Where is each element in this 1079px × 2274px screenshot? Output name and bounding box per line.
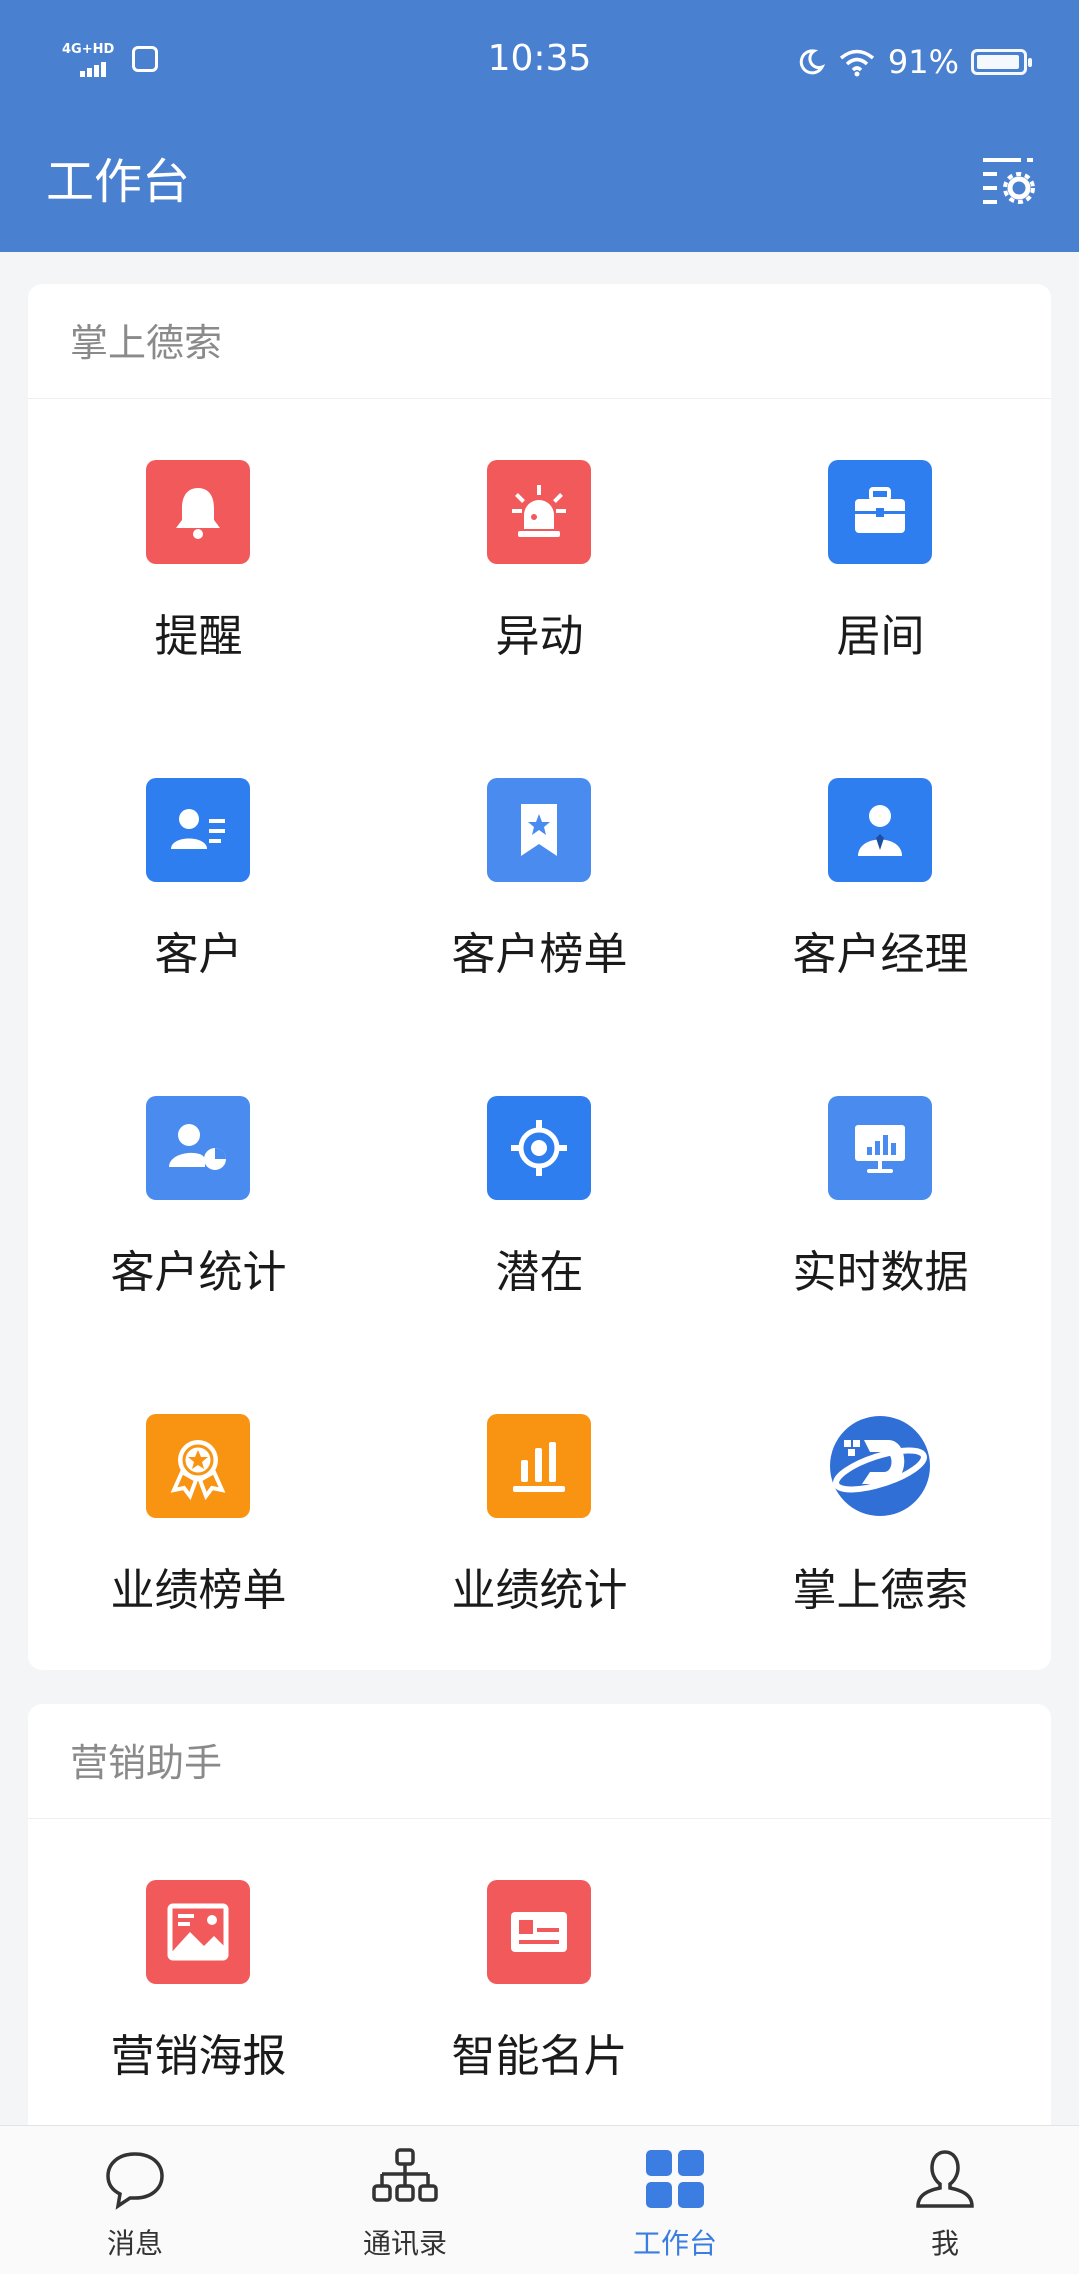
grid-item-account-manager[interactable]: 客户经理	[710, 718, 1051, 1036]
presentation-chart-icon	[828, 1096, 932, 1200]
page-title: 工作台	[46, 154, 191, 210]
grid-item-label: 提醒	[154, 611, 243, 662]
grid-item-marketing-poster[interactable]: 营销海报	[28, 1820, 369, 2138]
grid-item-label: 居间	[836, 611, 925, 662]
section-title: 营销助手	[70, 1741, 223, 1785]
chat-bubble-icon	[106, 2152, 164, 2210]
tab-label: 通讯录	[362, 2227, 447, 2260]
grid-item-customer-ranking[interactable]: 客户榜单	[369, 718, 710, 1036]
poster-image-icon	[146, 1880, 250, 1984]
grid-item-customer-stats[interactable]: 客户统计	[28, 1036, 369, 1354]
grid-item-intermediary[interactable]: 居间	[710, 400, 1051, 718]
grid-item-label: 掌上德索	[792, 1565, 969, 1616]
grid-item-zhangshang-desuo[interactable]: 掌上德索	[710, 1354, 1051, 1672]
grid-item-smart-card[interactable]: 智能名片	[369, 1820, 710, 2138]
tab-workbench[interactable]: 工作台	[540, 2126, 810, 2274]
org-chart-icon	[372, 2148, 438, 2202]
grid-item-label: 潜在	[495, 1247, 584, 1298]
section-card-zhangshang: 掌上德索 提醒 异动 居间 客户 客户榜单 客户经理 客户统计 潜在 实时数据 …	[28, 284, 1051, 1670]
grid-item-customer[interactable]: 客户	[28, 718, 369, 1036]
divider	[28, 398, 1051, 399]
section-title: 掌上德索	[70, 321, 223, 365]
grid-item-label: 营销海报	[110, 2031, 287, 2082]
status-bar: 4G+HD 10:35 91%	[0, 38, 1079, 90]
grid-item-label: 客户统计	[110, 1247, 287, 1298]
grid-item-label: 智能名片	[451, 2031, 628, 2082]
tab-label: 消息	[106, 2227, 163, 2260]
alarm-light-icon	[487, 460, 591, 564]
person-icon	[916, 2150, 974, 2208]
grid-icon	[646, 2150, 704, 2208]
tab-label: 我	[930, 2227, 959, 2260]
grid-item-reminder[interactable]: 提醒	[28, 400, 369, 718]
bottom-tab-bar: 消息 通讯录 工作台 我	[0, 2125, 1079, 2274]
grid-item-change[interactable]: 异动	[369, 400, 710, 718]
target-icon	[487, 1096, 591, 1200]
business-card-icon	[487, 1880, 591, 1984]
grid-item-performance-ranking[interactable]: 业绩榜单	[28, 1354, 369, 1672]
desuo-logo-icon	[828, 1414, 932, 1518]
briefcase-icon	[828, 460, 932, 564]
tab-messages[interactable]: 消息	[0, 2126, 270, 2274]
section-card-marketing: 营销助手 营销海报 智能名片	[28, 1704, 1051, 2144]
grid-item-label: 异动	[495, 611, 584, 662]
bar-chart-icon	[487, 1414, 591, 1518]
grid-item-performance-stats[interactable]: 业绩统计	[369, 1354, 710, 1672]
wifi-icon	[839, 49, 874, 77]
tab-contacts[interactable]: 通讯录	[270, 2126, 540, 2274]
divider	[28, 1818, 1051, 1819]
manager-icon	[828, 778, 932, 882]
grid-item-label: 实时数据	[792, 1247, 969, 1298]
bell-icon	[146, 460, 250, 564]
tab-me[interactable]: 我	[810, 2126, 1079, 2274]
grid-item-potential[interactable]: 潜在	[369, 1036, 710, 1354]
award-medal-icon	[146, 1414, 250, 1518]
user-chart-icon	[146, 1096, 250, 1200]
grid-item-label: 客户榜单	[451, 929, 628, 980]
grid-item-label: 业绩统计	[451, 1565, 628, 1616]
bookmark-star-icon	[487, 778, 591, 882]
grid-item-label: 客户	[154, 929, 243, 980]
moon-icon	[799, 49, 826, 75]
top-bar: 4G+HD 10:35 91% 工作台	[0, 0, 1079, 252]
battery-percent: 91%	[887, 43, 959, 81]
filter-settings-icon[interactable]	[979, 150, 1039, 210]
grid-item-realtime-data[interactable]: 实时数据	[710, 1036, 1051, 1354]
tab-label: 工作台	[632, 2227, 717, 2260]
grid-item-label: 客户经理	[792, 929, 969, 980]
contact-card-icon	[146, 778, 250, 882]
grid-item-label: 业绩榜单	[110, 1565, 287, 1616]
battery-icon	[971, 49, 1032, 75]
